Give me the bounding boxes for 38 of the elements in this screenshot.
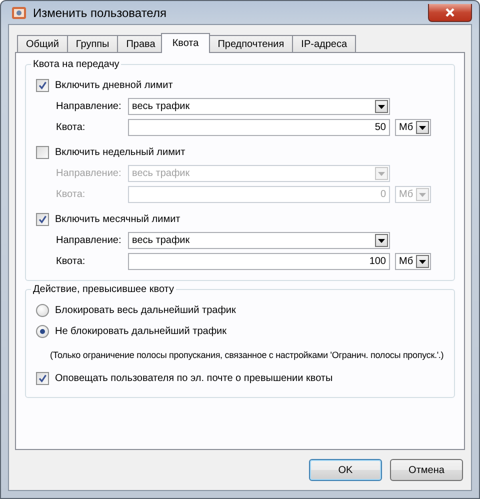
app-icon xyxy=(11,4,27,20)
radio-label: Блокировать весь дальнейший трафик xyxy=(55,305,236,316)
radio-label: Не блокировать дальнейший трафик xyxy=(55,326,227,337)
tab[interactable]: Группы xyxy=(66,35,118,52)
close-button[interactable] xyxy=(428,4,472,22)
close-icon xyxy=(445,8,455,16)
group-title: Действие, превысившее квоту xyxy=(31,283,176,296)
checkbox[interactable] xyxy=(36,79,49,92)
field-label: Квота: xyxy=(56,122,86,133)
tab[interactable]: Предпочтения xyxy=(208,35,294,52)
field-label: Направление: xyxy=(56,101,122,112)
field-label: Направление: xyxy=(56,235,122,246)
checkbox-label: Оповещать пользователя по эл. почте о превышении квоты xyxy=(55,373,333,384)
quota-input[interactable]: 50 xyxy=(128,119,390,136)
dialog-button[interactable]: OK xyxy=(309,459,382,481)
window-title: Изменить пользователя xyxy=(33,6,166,20)
unit-dropdown[interactable]: Мб xyxy=(395,119,431,136)
unit-dropdown[interactable]: Мб xyxy=(395,253,431,270)
tab[interactable]: Квота xyxy=(161,33,210,53)
note-text: (Только ограничение полосы пропускания, связанное с настройками 'Огранич. полосы пропуск.'.) xyxy=(50,350,444,360)
checkbox[interactable] xyxy=(36,213,49,226)
tab[interactable]: IP-адреса xyxy=(292,35,356,52)
direction-dropdown[interactable]: весь трафик xyxy=(128,98,390,115)
checkbox-label: Включить недельный лимит xyxy=(55,147,186,158)
checkbox[interactable] xyxy=(36,372,49,385)
field-label: Квота: xyxy=(56,189,86,200)
quota-input[interactable]: 100 xyxy=(128,253,390,270)
direction-dropdown[interactable]: весь трафик xyxy=(128,232,390,249)
field-label: Направление: xyxy=(56,168,122,179)
checkbox[interactable] xyxy=(36,146,49,159)
field-label: Квота: xyxy=(56,256,86,267)
tab[interactable]: Общий xyxy=(17,35,68,52)
dialog-button[interactable]: Отмена xyxy=(390,459,463,481)
group-title: Квота на передачу xyxy=(31,58,122,71)
checkbox-label: Включить дневной лимит xyxy=(55,80,173,91)
checkbox-label: Включить месячный лимит xyxy=(55,214,180,225)
radio-button[interactable] xyxy=(36,325,49,338)
radio-button[interactable] xyxy=(36,304,49,317)
